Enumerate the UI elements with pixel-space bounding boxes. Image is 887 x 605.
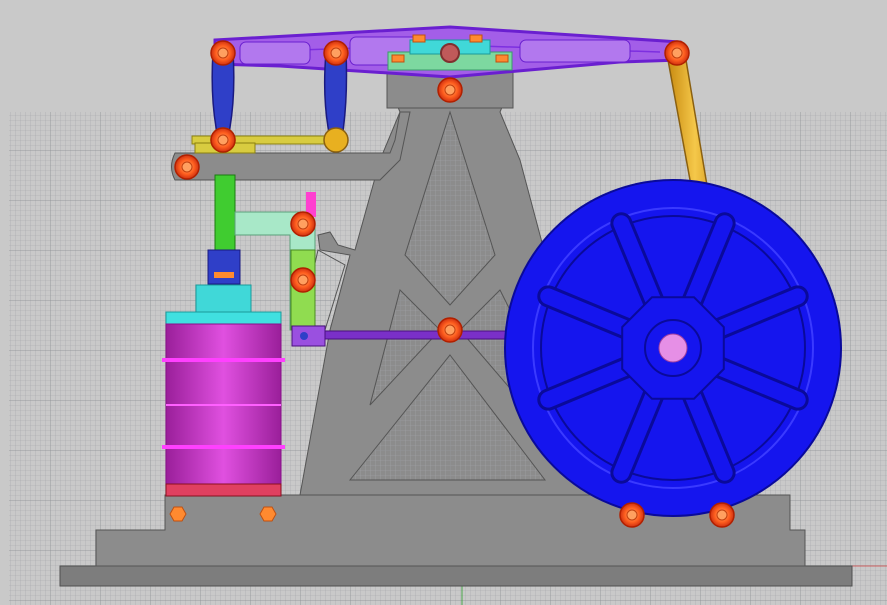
beam-pivot-joint[interactable] bbox=[440, 43, 460, 63]
radius-rod-eye[interactable] bbox=[323, 127, 349, 153]
cylinder-band-bottom bbox=[162, 445, 285, 449]
joint-marker-1 bbox=[210, 40, 236, 66]
piston-rod[interactable] bbox=[214, 174, 236, 256]
beam-window-1 bbox=[239, 41, 311, 65]
beam-window-3 bbox=[519, 39, 631, 63]
joint-marker-5 bbox=[174, 154, 200, 180]
crankshaft bbox=[658, 333, 688, 363]
gland-nut bbox=[214, 272, 234, 278]
joint-marker-6 bbox=[290, 211, 316, 237]
eccentric-pin bbox=[300, 332, 308, 340]
joint-marker-7 bbox=[290, 267, 316, 293]
joint-marker-8 bbox=[437, 317, 463, 343]
joint-marker-9 bbox=[619, 502, 645, 528]
base-plate[interactable] bbox=[59, 565, 853, 587]
joint-marker-11 bbox=[210, 127, 236, 153]
beam-engine-model[interactable] bbox=[0, 0, 887, 605]
eccentric-rod-eye[interactable] bbox=[291, 325, 326, 347]
cylinder-cover[interactable] bbox=[165, 311, 282, 325]
cylinder-band-top bbox=[162, 358, 285, 362]
gland[interactable] bbox=[207, 249, 241, 285]
cylinder-band-mid bbox=[166, 404, 281, 406]
joint-marker-2 bbox=[323, 40, 349, 66]
flywheel[interactable] bbox=[504, 179, 842, 517]
joint-marker-3 bbox=[664, 40, 690, 66]
joint-marker-4 bbox=[437, 77, 463, 103]
cylinder-base[interactable] bbox=[165, 483, 282, 497]
joint-marker-10 bbox=[709, 502, 735, 528]
cad-viewport[interactable] bbox=[0, 0, 887, 605]
cylinder-head[interactable] bbox=[195, 284, 252, 314]
